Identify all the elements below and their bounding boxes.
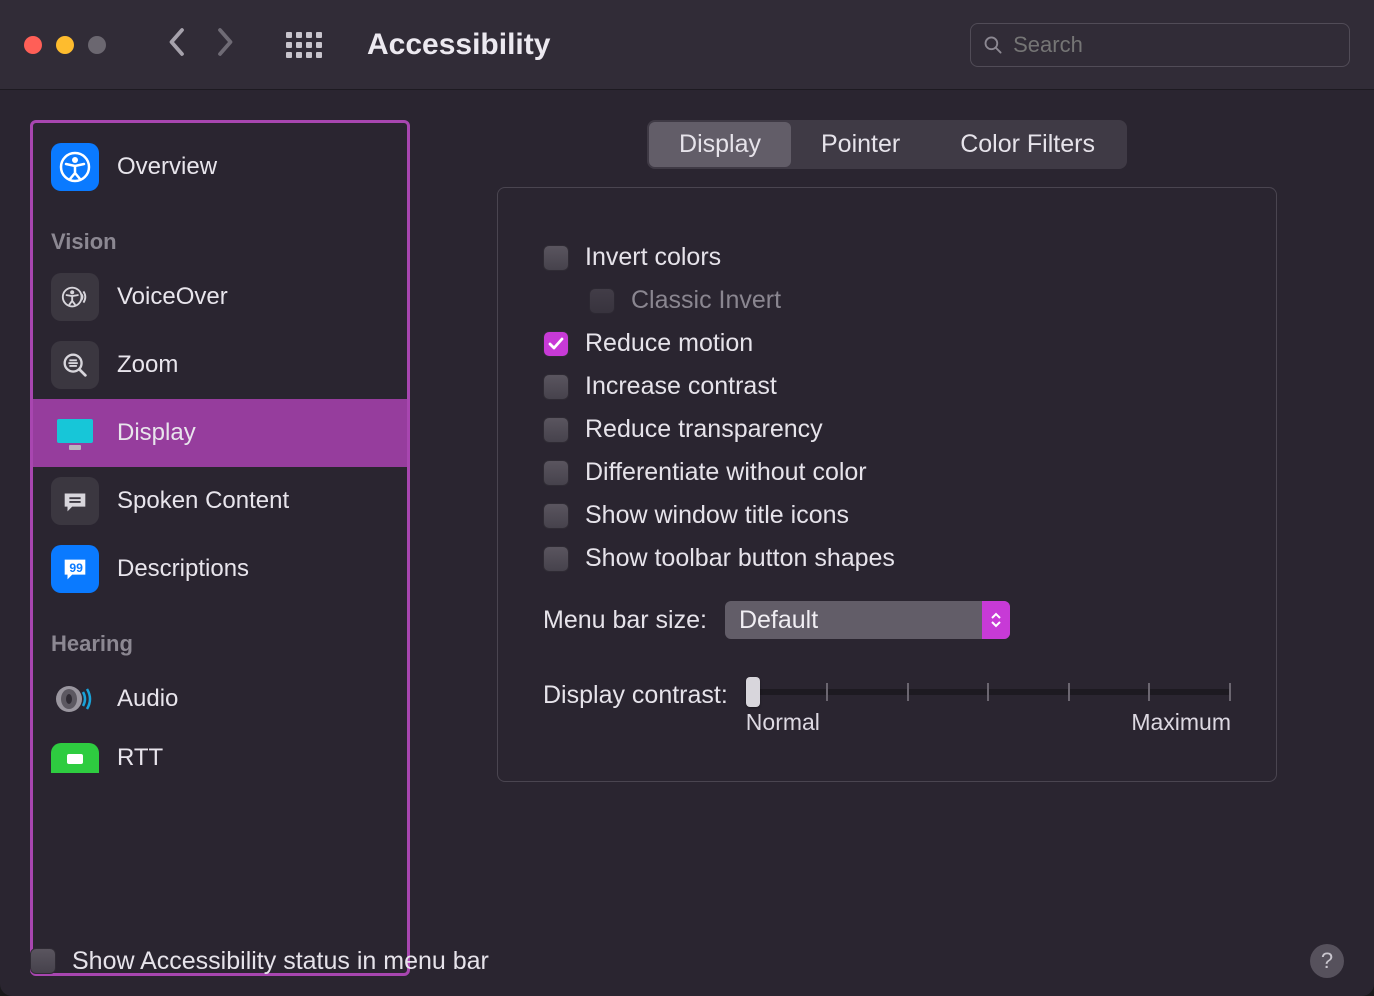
sidebar-label: Display xyxy=(117,419,196,447)
search-icon xyxy=(983,34,1003,56)
menubar-size-dropdown[interactable]: Default xyxy=(725,601,1010,639)
nav-buttons xyxy=(166,27,236,62)
display-contrast-slider-wrap: Normal Maximum xyxy=(746,679,1231,736)
checkbox-differentiate[interactable] xyxy=(543,460,569,486)
minimize-window-button[interactable] xyxy=(56,36,74,54)
help-button[interactable]: ? xyxy=(1310,944,1344,978)
svg-text:99: 99 xyxy=(69,561,83,575)
option-classic-invert: Classic Invert xyxy=(589,286,1231,315)
option-label: Increase contrast xyxy=(585,372,777,401)
option-differentiate-without-color[interactable]: Differentiate without color xyxy=(543,458,1231,487)
slider-ticks xyxy=(746,683,1231,701)
checkbox-reduce-motion[interactable] xyxy=(543,331,569,357)
titlebar: Accessibility xyxy=(0,0,1374,90)
tab-pointer[interactable]: Pointer xyxy=(791,122,930,167)
checkbox-title-icons[interactable] xyxy=(543,503,569,529)
slider-thumb[interactable] xyxy=(746,677,760,707)
sidebar-label: Descriptions xyxy=(117,555,249,583)
option-increase-contrast[interactable]: Increase contrast xyxy=(543,372,1231,401)
voiceover-icon xyxy=(51,273,99,321)
search-input[interactable] xyxy=(1013,32,1337,58)
sidebar-label: Spoken Content xyxy=(117,487,289,515)
show-all-preferences-button[interactable] xyxy=(286,32,322,58)
checkbox-classic-invert xyxy=(589,288,615,314)
option-invert-colors[interactable]: Invert colors xyxy=(543,243,1231,272)
display-options-panel: Invert colors Classic Invert Reduce moti… xyxy=(497,187,1277,782)
option-label: Show window title icons xyxy=(585,501,849,530)
help-icon: ? xyxy=(1321,948,1333,974)
sidebar-label: Overview xyxy=(117,153,217,181)
traffic-lights xyxy=(24,36,106,54)
slider-max-label: Maximum xyxy=(1131,709,1231,736)
option-label: Show toolbar button shapes xyxy=(585,544,895,573)
zoom-window-button[interactable] xyxy=(88,36,106,54)
slider-min-label: Normal xyxy=(746,709,820,736)
dropdown-arrows-icon xyxy=(982,601,1010,639)
footer-label: Show Accessibility status in menu bar xyxy=(72,947,489,976)
tab-color-filters[interactable]: Color Filters xyxy=(930,122,1125,167)
sidebar-item-rtt[interactable]: RTT xyxy=(33,733,407,773)
dropdown-value: Default xyxy=(739,606,818,635)
option-label: Reduce motion xyxy=(585,329,753,358)
display-contrast-label: Display contrast: xyxy=(543,681,728,710)
sidebar-label: VoiceOver xyxy=(117,283,228,311)
sidebar-label: Zoom xyxy=(117,351,178,379)
sidebar: Overview Vision VoiceOver Zoom Displa xyxy=(30,120,410,976)
option-reduce-motion[interactable]: Reduce motion xyxy=(543,329,1231,358)
sidebar-item-spoken-content[interactable]: Spoken Content xyxy=(33,467,407,535)
spoken-content-icon xyxy=(51,477,99,525)
checkbox-reduce-transparency[interactable] xyxy=(543,417,569,443)
tab-display[interactable]: Display xyxy=(649,122,791,167)
sidebar-item-audio[interactable]: Audio xyxy=(33,665,407,733)
sidebar-item-voiceover[interactable]: VoiceOver xyxy=(33,263,407,331)
footer: Show Accessibility status in menu bar ? xyxy=(30,944,1344,978)
search-field[interactable] xyxy=(970,23,1350,67)
sidebar-item-display[interactable]: Display xyxy=(33,399,407,467)
checkbox-increase-contrast[interactable] xyxy=(543,374,569,400)
checkbox-toolbar-shapes[interactable] xyxy=(543,546,569,572)
accessibility-window: Accessibility Overview Vision VoiceOver xyxy=(0,0,1374,996)
checkbox-show-status-menu-bar[interactable] xyxy=(30,948,56,974)
sidebar-item-descriptions[interactable]: 99 Descriptions xyxy=(33,535,407,603)
option-label: Differentiate without color xyxy=(585,458,867,487)
sidebar-section-vision: Vision xyxy=(33,201,407,263)
rtt-icon xyxy=(51,743,99,773)
accessibility-icon xyxy=(51,143,99,191)
checkbox-invert-colors[interactable] xyxy=(543,245,569,271)
window-title: Accessibility xyxy=(367,28,970,62)
display-icon xyxy=(51,409,99,457)
audio-icon xyxy=(51,675,99,723)
sidebar-label: RTT xyxy=(117,744,163,772)
sidebar-item-zoom[interactable]: Zoom xyxy=(33,331,407,399)
slider-labels: Normal Maximum xyxy=(746,709,1231,736)
display-contrast-row: Display contrast: Normal Maximum xyxy=(543,679,1231,736)
sidebar-item-overview[interactable]: Overview xyxy=(33,133,407,201)
display-contrast-slider[interactable] xyxy=(746,689,1231,695)
sidebar-label: Audio xyxy=(117,685,178,713)
option-label: Classic Invert xyxy=(631,286,781,315)
back-button[interactable] xyxy=(166,27,186,62)
zoom-icon xyxy=(51,341,99,389)
close-window-button[interactable] xyxy=(24,36,42,54)
descriptions-icon: 99 xyxy=(51,545,99,593)
option-label: Invert colors xyxy=(585,243,721,272)
content: Overview Vision VoiceOver Zoom Displa xyxy=(0,90,1374,996)
option-label: Reduce transparency xyxy=(585,415,823,444)
menubar-size-label: Menu bar size: xyxy=(543,606,707,635)
forward-button[interactable] xyxy=(216,27,236,62)
menubar-size-row: Menu bar size: Default xyxy=(543,601,1231,639)
option-toolbar-button-shapes[interactable]: Show toolbar button shapes xyxy=(543,544,1231,573)
main-panel: Display Pointer Color Filters Invert col… xyxy=(430,120,1344,976)
option-window-title-icons[interactable]: Show window title icons xyxy=(543,501,1231,530)
sidebar-section-hearing: Hearing xyxy=(33,603,407,665)
tab-control: Display Pointer Color Filters xyxy=(647,120,1127,169)
option-reduce-transparency[interactable]: Reduce transparency xyxy=(543,415,1231,444)
